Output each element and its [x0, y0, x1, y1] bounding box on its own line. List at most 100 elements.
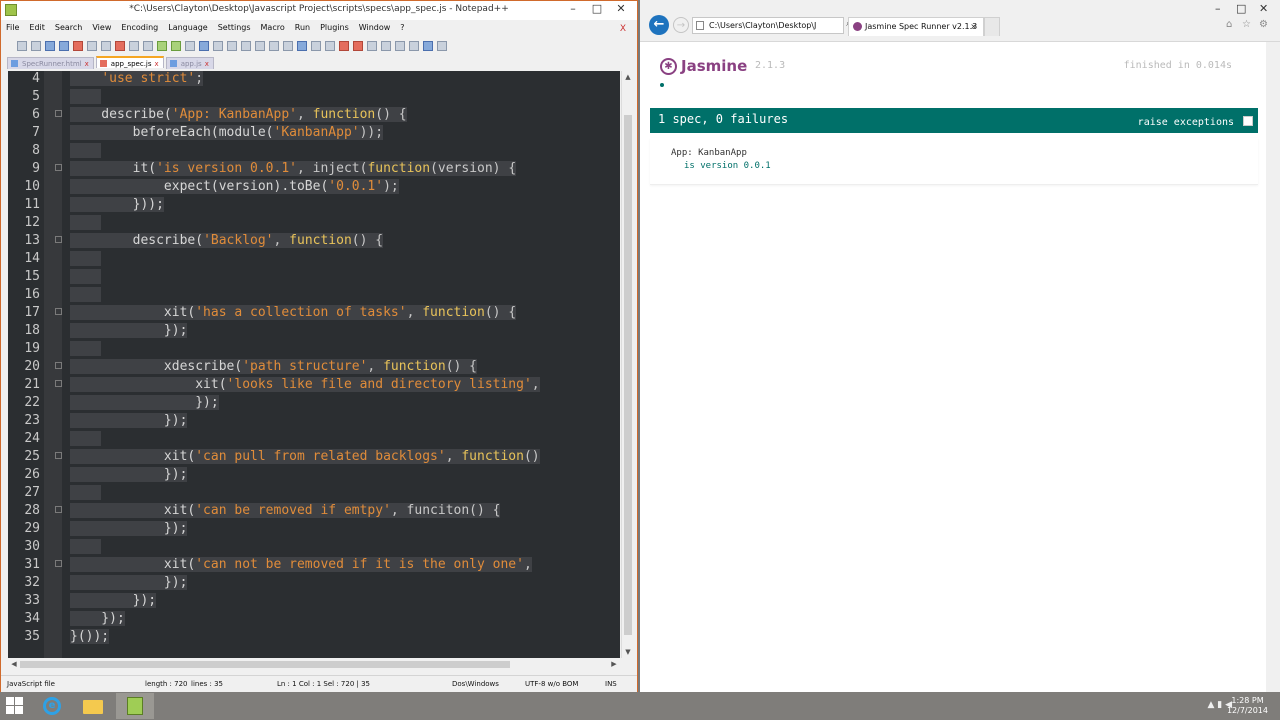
code-line: 31 xit('can not be removed if it is the … [8, 556, 620, 574]
windows-start-icon[interactable] [6, 697, 24, 715]
replace-icon[interactable] [199, 41, 209, 51]
code-token: 'has a collection of tasks' [195, 305, 407, 320]
close-all-icon[interactable] [87, 41, 97, 51]
word-wrap-icon[interactable] [269, 41, 279, 51]
menu-item[interactable]: Language [163, 21, 212, 32]
tab-app-spec-js[interactable]: app_spec.js x [95, 56, 164, 68]
close-file-icon[interactable] [73, 41, 83, 51]
redo-icon[interactable] [171, 41, 181, 51]
undo-icon[interactable] [157, 41, 167, 51]
back-arrow-icon[interactable]: ← [649, 15, 669, 35]
browser-minimize-button[interactable]: – [1215, 2, 1221, 15]
function-list-icon[interactable] [325, 41, 335, 51]
code-token: 'can be removed if emtpy' [195, 503, 391, 518]
favorites-star-icon[interactable]: ☆ [1242, 19, 1251, 30]
taskbar-file-explorer[interactable] [74, 693, 112, 719]
browser-maximize-button[interactable]: □ [1236, 2, 1246, 15]
open-file-icon[interactable] [31, 41, 41, 51]
code-editor[interactable]: 4 'use strict'; 5 6 describe('App: Kanban… [8, 71, 620, 658]
zoom-out-icon[interactable] [227, 41, 237, 51]
copy-icon[interactable] [129, 41, 139, 51]
fold-toggle-icon[interactable] [55, 110, 62, 117]
tab-close-icon[interactable]: × [970, 18, 977, 36]
stop-macro-icon[interactable] [367, 41, 377, 51]
taskbar-notepad-plus-plus[interactable] [116, 693, 154, 719]
new-tab-button[interactable] [984, 17, 1000, 36]
sync-horizontal-icon[interactable] [255, 41, 265, 51]
raise-exceptions-checkbox[interactable] [1243, 116, 1253, 126]
fold-toggle-icon[interactable] [55, 362, 62, 369]
notepad-maximize-button[interactable]: □ [585, 1, 609, 18]
tray-chevron-icon[interactable]: ▲ [1207, 700, 1214, 710]
run-macro-multiple-icon[interactable] [395, 41, 405, 51]
fold-toggle-icon[interactable] [55, 380, 62, 387]
tab-close-icon[interactable]: x [85, 60, 89, 68]
notepad-titlebar[interactable]: *C:\Users\Clayton\Desktop\Javascript Pro… [1, 1, 637, 20]
taskbar-clock[interactable]: 1:28 PM 12/7/2014 [1227, 696, 1268, 716]
save-macro-icon[interactable] [409, 41, 419, 51]
notepad-minimize-button[interactable]: – [561, 1, 585, 18]
menu-item[interactable]: Settings [213, 21, 256, 32]
menu-item[interactable]: ? [395, 21, 409, 32]
tab-specrunner-html[interactable]: SpecRunner.html x [7, 57, 94, 69]
tab-app-js[interactable]: app.js x [165, 57, 214, 69]
save-all-icon[interactable] [59, 41, 69, 51]
notepad-close-button[interactable]: ✕ [609, 1, 633, 18]
doc-map-icon[interactable] [311, 41, 321, 51]
paste-icon[interactable] [143, 41, 153, 51]
menu-item[interactable]: Edit [24, 21, 50, 32]
fold-toggle-icon[interactable] [55, 236, 62, 243]
sync-vertical-icon[interactable] [241, 41, 251, 51]
tab-close-icon[interactable]: x [155, 60, 159, 68]
menu-item[interactable]: Macro [256, 21, 290, 32]
menu-item[interactable]: Plugins [315, 21, 354, 32]
indent-guide-icon[interactable] [297, 41, 307, 51]
close-document-icon[interactable]: X [615, 22, 631, 34]
vertical-scroll-thumb[interactable] [624, 115, 632, 635]
settings-gear-icon[interactable]: ⚙ [1259, 19, 1268, 30]
play-macro-icon[interactable] [381, 41, 391, 51]
show-all-chars-icon[interactable] [283, 41, 293, 51]
zoom-in-icon[interactable] [213, 41, 223, 51]
horizontal-scroll-thumb[interactable] [20, 661, 510, 668]
record-macro-icon[interactable] [353, 41, 363, 51]
spec-link[interactable]: is version 0.0.1 [684, 161, 771, 171]
browser-scrollbar[interactable] [1266, 42, 1280, 692]
browser-close-button[interactable]: ✕ [1259, 2, 1268, 15]
code-line: 16 [8, 286, 620, 304]
editor-vertical-scrollbar[interactable]: ▲ ▼ [621, 71, 634, 658]
forward-arrow-icon[interactable]: → [673, 17, 689, 33]
scroll-right-icon[interactable]: ▶ [608, 659, 620, 670]
editor-horizontal-scrollbar[interactable]: ◀ ▶ [8, 659, 620, 670]
menu-item[interactable]: Encoding [116, 21, 163, 32]
taskbar-internet-explorer[interactable]: e [32, 693, 70, 719]
fold-toggle-icon[interactable] [55, 308, 62, 315]
tab-close-icon[interactable]: x [205, 60, 209, 68]
code-token: 'App: KanbanApp' [171, 107, 297, 122]
browser-tab-jasmine[interactable]: Jasmine Spec Runner v2.1.3 × [848, 17, 984, 36]
suite-link[interactable]: App: KanbanApp [671, 148, 747, 158]
scroll-down-icon[interactable]: ▼ [622, 646, 634, 658]
cut-icon[interactable] [115, 41, 125, 51]
plugin-icon[interactable] [423, 41, 433, 51]
spell-check-icon[interactable] [437, 41, 447, 51]
tray-network-icon[interactable]: ▮ [1217, 700, 1222, 710]
fold-toggle-icon[interactable] [55, 560, 62, 567]
scroll-left-icon[interactable]: ◀ [8, 659, 20, 670]
fold-toggle-icon[interactable] [55, 164, 62, 171]
menu-item[interactable]: Search [50, 21, 87, 32]
address-bar[interactable]: C:\Users\Clayton\Desktop\J [692, 17, 844, 34]
save-icon[interactable] [45, 41, 55, 51]
menu-item[interactable]: Run [290, 21, 315, 32]
fold-toggle-icon[interactable] [55, 506, 62, 513]
home-icon[interactable]: ⌂ [1226, 19, 1232, 30]
print-icon[interactable] [101, 41, 111, 51]
menu-item[interactable]: File [1, 21, 24, 32]
find-icon[interactable] [185, 41, 195, 51]
menu-item[interactable]: View [87, 21, 116, 32]
folder-as-workspace-icon[interactable] [339, 41, 349, 51]
menu-item[interactable]: Window [354, 21, 396, 32]
fold-toggle-icon[interactable] [55, 452, 62, 459]
new-file-icon[interactable] [17, 41, 27, 51]
scroll-up-icon[interactable]: ▲ [622, 71, 634, 83]
